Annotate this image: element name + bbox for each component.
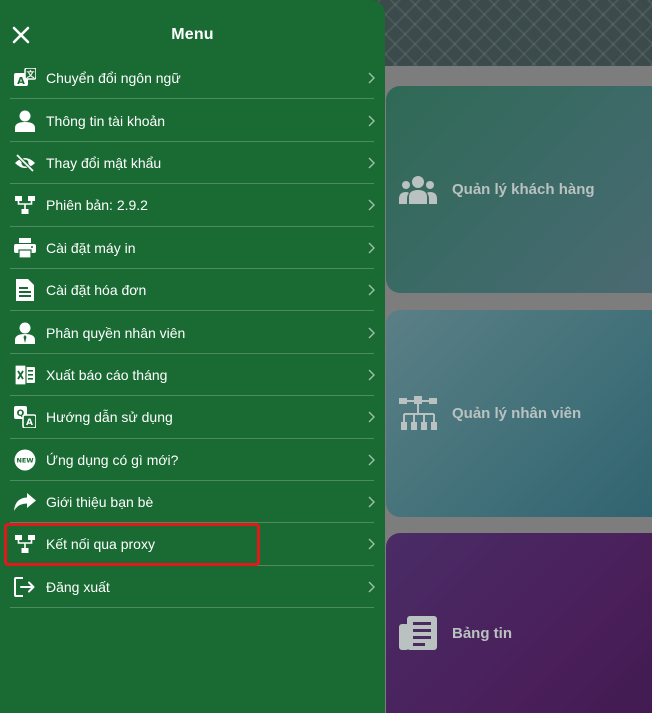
menu-item-label: Thay đổi mật khẩu — [46, 154, 162, 171]
new-badge-icon: NEW — [14, 449, 36, 471]
share-icon — [14, 491, 36, 513]
menu-item-account-info[interactable]: Thông tin tài khoản — [0, 99, 385, 143]
excel-icon — [14, 364, 36, 386]
eye-slash-icon — [14, 152, 36, 174]
menu-item-user-guide[interactable]: Q A Hướng dẫn sử dụng — [0, 396, 385, 439]
user-tie-icon — [14, 322, 36, 344]
menu-item-invoice-settings[interactable]: Cài đặt hóa đơn — [0, 269, 385, 312]
menu-item-label: Phân quyền nhân viên — [46, 324, 186, 341]
invoice-icon — [14, 279, 36, 302]
chevron-right-icon — [368, 411, 375, 423]
drawer-title: Menu — [171, 26, 214, 43]
menu-item-label: Đăng xuất — [46, 578, 110, 595]
users-group-icon — [398, 170, 438, 210]
menu-item-label: Thông tin tài khoản — [46, 112, 166, 129]
chevron-right-icon — [368, 72, 375, 84]
navigation-drawer: Menu A 文 Chuyển đổi ngôn ngữ Thông tin t… — [0, 0, 385, 713]
menu-item-label: Phiên bản: 2.9.2 — [46, 197, 148, 214]
menu-item-refer-friends[interactable]: Giới thiệu bạn bè — [0, 481, 385, 524]
customers-card[interactable]: Quản lý khách hàng — [386, 86, 652, 293]
newspaper-icon — [398, 613, 438, 653]
menu-item-change-language[interactable]: A 文 Chuyển đổi ngôn ngữ — [0, 57, 385, 100]
menu-item-label: Kết nối qua proxy — [46, 536, 155, 553]
chevron-right-icon — [368, 327, 375, 339]
menu-item-version: Phiên bản: 2.9.2 — [0, 184, 385, 227]
menu-item-label: Cài đặt máy in — [46, 239, 136, 256]
menu-item-label: Hướng dẫn sử dụng — [46, 409, 173, 426]
news-card-label: Bảng tin — [452, 624, 512, 642]
chevron-right-icon — [368, 115, 375, 127]
menu-item-export-monthly-report[interactable]: Xuất báo cáo tháng — [0, 354, 385, 397]
menu-item-whats-new[interactable]: NEW Ứng dụng có gì mới? — [0, 439, 385, 482]
menu-list: A 文 Chuyển đổi ngôn ngữ Thông tin tài kh… — [0, 57, 385, 609]
chevron-right-icon — [368, 538, 375, 550]
menu-item-change-password[interactable]: Thay đổi mật khẩu — [0, 142, 385, 185]
chevron-right-icon — [368, 369, 375, 381]
news-card[interactable]: Bảng tin — [386, 533, 652, 713]
menu-item-label: Giới thiệu bạn bè — [46, 494, 154, 511]
chevron-right-icon — [368, 284, 375, 296]
menu-item-label: Xuất báo cáo tháng — [46, 366, 168, 383]
menu-item-employee-permissions[interactable]: Phân quyền nhân viên — [0, 311, 385, 355]
network-icon — [14, 194, 36, 216]
chevron-right-icon — [368, 496, 375, 508]
svg-text:A: A — [26, 418, 33, 428]
chevron-right-icon — [368, 242, 375, 254]
logout-icon — [14, 576, 36, 598]
menu-item-label: Cài đặt hóa đơn — [46, 282, 147, 299]
qa-icon: Q A — [14, 406, 36, 429]
svg-text:NEW: NEW — [16, 456, 33, 464]
svg-text:文: 文 — [27, 69, 36, 79]
network-icon — [14, 533, 36, 555]
app-screen: Quản lý khách hàng Quản lý nhân viên Bản… — [0, 0, 652, 713]
menu-item-logout[interactable]: Đăng xuất — [0, 566, 385, 609]
menu-item-proxy-connection[interactable]: Kết nối qua proxy — [0, 523, 385, 567]
chevron-right-icon — [368, 157, 375, 169]
menu-item-label: Chuyển đổi ngôn ngữ — [46, 70, 181, 87]
employees-card-label: Quản lý nhân viên — [452, 405, 582, 422]
chevron-right-icon — [368, 199, 375, 211]
customers-card-label: Quản lý khách hàng — [452, 181, 595, 198]
translate-icon: A 文 — [14, 67, 36, 89]
employees-card[interactable]: Quản lý nhân viên — [386, 310, 652, 517]
user-icon — [14, 110, 36, 132]
org-chart-icon — [398, 394, 438, 434]
menu-item-printer-settings[interactable]: Cài đặt máy in — [0, 227, 385, 270]
chevron-right-icon — [368, 581, 375, 593]
menu-item-label: Ứng dụng có gì mới? — [46, 451, 179, 468]
svg-text:A: A — [17, 76, 25, 87]
chevron-right-icon — [368, 454, 375, 466]
printer-icon — [14, 237, 36, 259]
